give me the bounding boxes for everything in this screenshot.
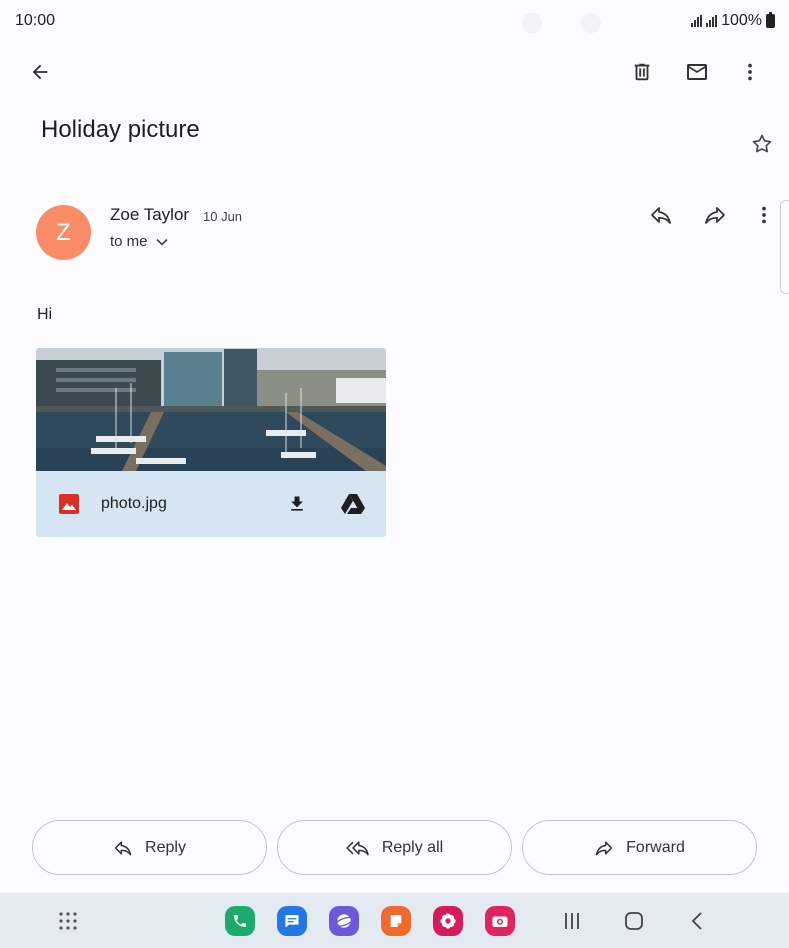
messages-icon <box>285 915 299 928</box>
more-vert-icon <box>748 63 752 81</box>
home-icon <box>625 912 643 930</box>
forward-icon <box>705 207 725 224</box>
notes-icon <box>390 915 402 927</box>
email-subject: Holiday picture <box>41 116 200 143</box>
reply-all-button[interactable]: Reply all <box>277 820 512 875</box>
delete-button[interactable] <box>626 56 658 88</box>
image-icon <box>59 494 79 514</box>
star-button[interactable] <box>746 128 778 160</box>
camera-cutout-2 <box>581 13 601 33</box>
reply-all-label: Reply all <box>381 838 444 856</box>
signal-icon-2 <box>706 15 718 27</box>
arrow-back-icon <box>32 64 48 80</box>
apps-grid-button[interactable] <box>53 906 83 936</box>
phone-icon <box>234 915 246 927</box>
battery-percent: 100% <box>721 12 762 29</box>
gallery-app-icon[interactable] <box>433 906 463 936</box>
signal-icon <box>691 15 703 27</box>
star-outline-icon <box>752 134 772 153</box>
forward-button[interactable]: Forward <box>522 820 757 875</box>
notes-app-icon[interactable] <box>381 906 411 936</box>
sender-avatar[interactable]: Z <box>36 205 91 260</box>
google-drive-icon <box>341 494 365 514</box>
attachment-filename: photo.jpg <box>101 495 167 512</box>
camera-cutout <box>522 13 542 33</box>
more-vert-icon <box>762 206 766 224</box>
reply-all-icon <box>346 840 369 855</box>
message-more-button[interactable] <box>748 199 780 231</box>
nav-back-button[interactable] <box>683 906 713 936</box>
apps-grid-icon <box>59 912 77 930</box>
download-button[interactable] <box>283 490 311 518</box>
reply-icon-button[interactable] <box>645 199 677 231</box>
camera-icon <box>492 916 508 927</box>
recipient-label: to me <box>110 233 148 250</box>
navigation-bar <box>0 893 789 948</box>
mark-unread-button[interactable] <box>681 56 713 88</box>
email-date: 10 Jun <box>203 209 243 224</box>
attachment-thumbnail[interactable] <box>36 348 386 471</box>
status-time: 10:00 <box>15 12 56 29</box>
more-options-button[interactable] <box>734 56 766 88</box>
attachment-footer: photo.jpg <box>36 471 386 537</box>
reply-icon <box>651 207 671 224</box>
messages-app-icon[interactable] <box>277 906 307 936</box>
save-to-drive-button[interactable] <box>338 490 368 518</box>
battery-icon <box>766 12 775 28</box>
status-indicators: 100% <box>691 12 775 30</box>
email-body: Hi <box>37 306 53 323</box>
back-button[interactable] <box>24 56 56 88</box>
chevron-down-icon <box>155 238 168 246</box>
chevron-left-icon <box>691 912 702 930</box>
reply-icon <box>114 840 132 855</box>
forward-icon <box>595 840 613 855</box>
home-button[interactable] <box>619 906 649 936</box>
phone-app-icon[interactable] <box>225 906 255 936</box>
recent-apps-button[interactable] <box>557 906 587 936</box>
sender-name: Zoe Taylor <box>110 205 190 224</box>
internet-app-icon[interactable] <box>329 906 359 936</box>
forward-icon-button[interactable] <box>699 199 731 231</box>
reply-label: Reply <box>145 838 186 856</box>
recent-apps-icon <box>565 913 579 929</box>
trash-icon <box>634 63 650 81</box>
mail-icon <box>687 64 707 80</box>
forward-label: Forward <box>626 838 685 856</box>
internet-icon <box>334 914 354 928</box>
edge-panel-handle[interactable] <box>780 200 789 294</box>
camera-app-icon[interactable] <box>485 906 515 936</box>
attachment-card[interactable]: photo.jpg <box>36 348 386 537</box>
gallery-icon <box>440 913 456 929</box>
recipient-details-toggle[interactable]: to me <box>110 233 168 250</box>
reply-button[interactable]: Reply <box>32 820 267 875</box>
download-icon <box>291 496 303 511</box>
